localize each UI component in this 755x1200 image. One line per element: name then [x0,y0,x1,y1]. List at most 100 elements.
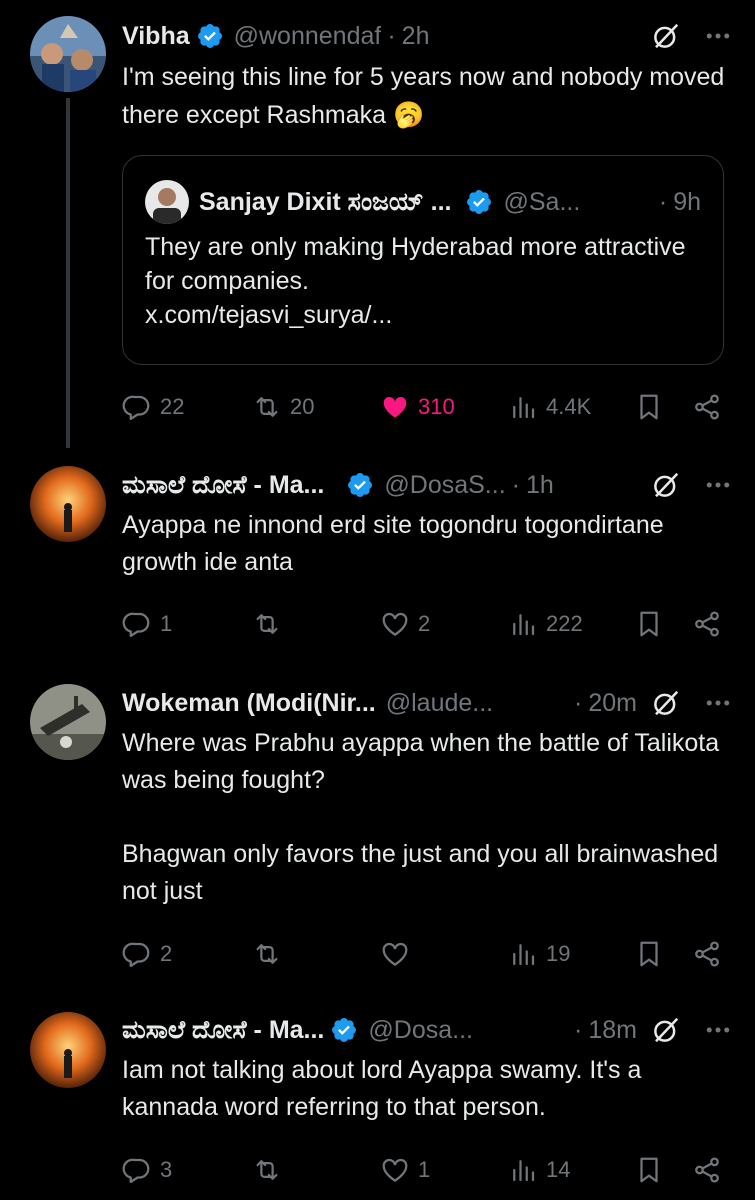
grok-icon[interactable] [651,470,681,500]
share-button[interactable] [692,604,722,644]
handle[interactable]: @DosaS... [384,471,505,500]
repost-icon [252,1155,282,1185]
timestamp[interactable]: 20m [588,689,637,718]
handle[interactable]: @Dosa... [368,1016,473,1045]
heart-icon [380,1155,410,1185]
repost-button[interactable]: 20 [252,387,314,427]
bookmark-button[interactable] [634,387,664,427]
share-icon [692,609,722,639]
action-bar: 2 19 [122,934,725,974]
reply-icon [122,939,152,969]
quote-link[interactable]: x.com/tejasvi_surya/... [145,298,701,332]
quote-avatar [145,180,189,224]
repost-button[interactable] [252,604,290,644]
repost-icon [252,939,282,969]
views-count: 222 [546,611,583,636]
verified-badge-icon [346,471,374,499]
grok-icon[interactable] [651,1015,681,1045]
grok-icon[interactable] [651,21,681,51]
like-button[interactable]: 310 [380,387,455,427]
timestamp[interactable]: 1h [526,471,554,500]
repost-icon [252,609,282,639]
tweet[interactable]: ಮಸಾಲೆ ದೋಸೆ - Ma... @DosaS... · 1h Ayappa… [0,450,755,668]
handle[interactable]: @wonnendaf [234,22,382,51]
tweet-text: Ayappa ne innond erd site togondru togon… [122,511,664,576]
quote-handle: @Sa... [503,187,581,216]
reply-count: 1 [160,611,173,636]
reply-button[interactable]: 3 [122,1150,172,1190]
more-icon[interactable] [703,21,733,51]
views-button[interactable]: 14 [508,1150,570,1190]
display-name[interactable]: Wokeman (Modi(Nir... [122,689,376,718]
action-bar: 3 1 14 [122,1150,725,1190]
reply-button[interactable]: 22 [122,387,184,427]
views-icon [508,609,538,639]
display-name[interactable]: ಮಸಾಲೆ ದೋಸೆ - Ma... [122,1016,324,1045]
like-count: 1 [418,1157,431,1182]
share-icon [692,1155,722,1185]
avatar[interactable] [30,16,106,92]
heart-icon [380,609,410,639]
quote-text: They are only making Hyderabad more attr… [145,230,701,332]
views-count: 19 [546,941,571,966]
tweet[interactable]: ಮಸಾಲೆ ದೋಸೆ - Ma... @Dosa... · 18m Iam no… [0,996,755,1200]
bookmark-icon [634,392,664,422]
handle[interactable]: @laude... [386,689,493,718]
tweet[interactable]: Vibha @wonnendaf · 2h I'm seeing this li… [0,0,755,450]
repost-count: 20 [290,394,315,419]
avatar[interactable] [30,684,106,760]
action-bar: 22 20 310 4.4K [122,387,725,427]
grok-icon[interactable] [651,688,681,718]
more-icon[interactable] [703,1015,733,1045]
like-button[interactable]: 2 [380,604,430,644]
action-bar: 1 2 222 [122,604,725,644]
timestamp[interactable]: 2h [402,22,430,51]
tweet[interactable]: Wokeman (Modi(Nir... @laude... · 20m Whe… [0,668,755,988]
display-name[interactable]: ಮಸಾಲೆ ದೋಸೆ - Ma... [122,471,324,500]
verified-badge-icon [330,1016,358,1044]
quote-tweet-card[interactable]: Sanjay Dixit ಸಂಜಯ್ ... @Sa... · 9h They … [122,155,724,365]
like-count: 310 [418,394,455,419]
share-icon [692,939,722,969]
reply-button[interactable]: 1 [122,604,172,644]
more-icon[interactable] [703,688,733,718]
views-button[interactable]: 4.4K [508,387,591,427]
bookmark-icon [634,1155,664,1185]
reply-count: 3 [160,1157,173,1182]
like-button[interactable]: 1 [380,1150,430,1190]
reply-icon [122,392,152,422]
views-button[interactable]: 19 [508,934,570,974]
separator-dot: · [387,21,396,50]
more-icon[interactable] [703,470,733,500]
reply-count: 22 [160,394,185,419]
repost-icon [252,392,282,422]
views-icon [508,939,538,969]
quote-body: They are only making Hyderabad more attr… [145,233,686,295]
views-icon [508,1155,538,1185]
bookmark-button[interactable] [634,934,664,974]
share-button[interactable] [692,934,722,974]
bookmark-button[interactable] [634,1150,664,1190]
repost-button[interactable] [252,1150,290,1190]
reply-icon [122,609,152,639]
views-count: 4.4K [546,394,592,419]
repost-button[interactable] [252,934,290,974]
share-button[interactable] [692,1150,722,1190]
timestamp[interactable]: 18m [588,1016,637,1045]
bookmark-icon [634,609,664,639]
bookmark-button[interactable] [634,604,664,644]
avatar[interactable] [30,466,106,542]
like-button[interactable] [380,934,418,974]
like-count: 2 [418,611,431,636]
quote-timestamp: 9h [673,187,701,216]
reply-icon [122,1155,152,1185]
avatar[interactable] [30,1012,106,1088]
separator-dot: · [574,1015,583,1044]
views-button[interactable]: 222 [508,604,583,644]
quote-header: Sanjay Dixit ಸಂಜಯ್ ... @Sa... · 9h [145,180,701,224]
display-name[interactable]: Vibha [122,22,190,51]
share-button[interactable] [692,387,722,427]
reply-button[interactable]: 2 [122,934,172,974]
tweet-header: Wokeman (Modi(Nir... @laude... · 20m [122,683,733,723]
views-count: 14 [546,1157,571,1182]
